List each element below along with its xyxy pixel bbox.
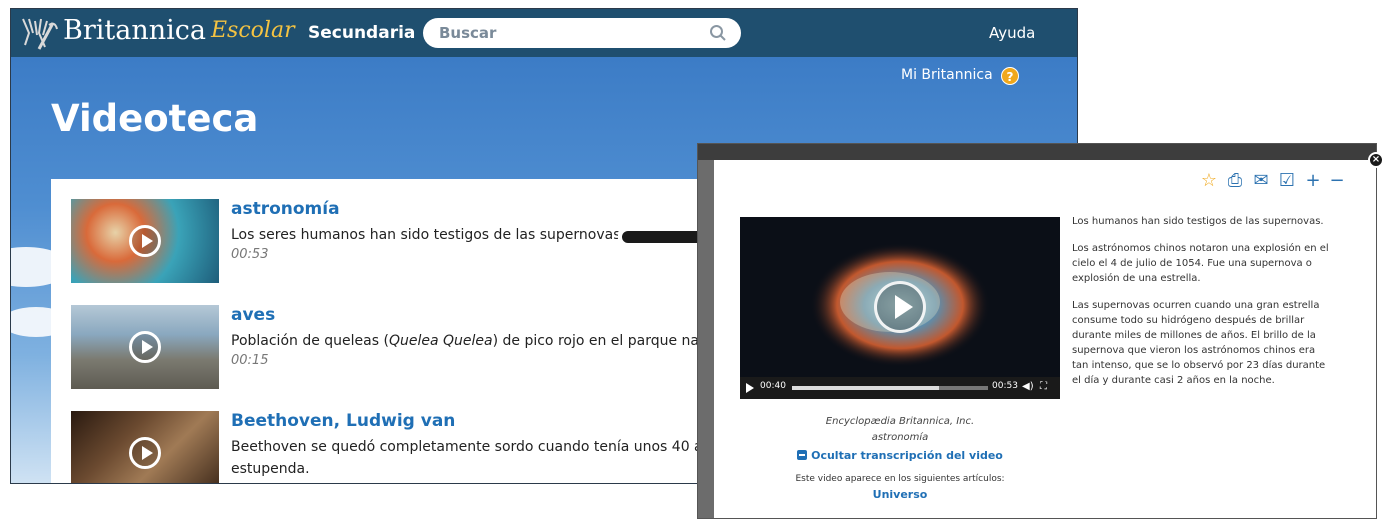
print-icon[interactable]: ⎙ [1224, 170, 1246, 192]
hide-transcript-link[interactable]: Ocultar transcripción del video [740, 449, 1060, 462]
search-input[interactable]: Buscar [439, 24, 496, 42]
video-popup-window: ☆ ⎙ ✉ ☑ + − 00:40 00:53 ◀) ⛶ Encyclopædi… [697, 143, 1377, 519]
help-link[interactable]: Ayuda [989, 24, 1035, 42]
search-box[interactable]: Buscar [423, 18, 741, 48]
video-modal: ☆ ⎙ ✉ ☑ + − 00:40 00:53 ◀) ⛶ Encyclopædi… [714, 160, 1376, 518]
video-thumbnail[interactable] [71, 199, 219, 283]
volume-icon[interactable]: ◀) [1022, 381, 1034, 392]
search-icon[interactable] [709, 24, 727, 42]
play-icon[interactable] [746, 383, 754, 393]
header-bar: Britannica Escolar Secundaria Buscar Ayu… [11, 9, 1077, 57]
video-duration: 00:53 [231, 247, 269, 262]
progress-fill [792, 386, 939, 390]
transcript-paragraph: Las supernovas ocurren cuando una gran e… [1072, 300, 1326, 386]
email-icon[interactable]: ✉ [1250, 170, 1272, 192]
video-description-line2: estupenda. [231, 461, 310, 477]
hide-transcript-label[interactable]: Ocultar transcripción del video [811, 449, 1003, 462]
total-time: 00:53 [992, 381, 1018, 391]
video-title-link[interactable]: astronomía [231, 199, 340, 219]
checklist-icon[interactable]: ☑ [1276, 170, 1298, 192]
current-time: 00:40 [760, 381, 786, 391]
minus-icon[interactable]: − [1326, 170, 1348, 192]
video-credit: Encyclopædia Britannica, Inc. astronomía [740, 414, 1060, 446]
credit-publisher: Encyclopædia Britannica, Inc. [825, 416, 975, 427]
species-name: Quelea Quelea [388, 333, 493, 349]
progress-slider[interactable] [792, 386, 988, 390]
thistle-logo-icon[interactable] [19, 15, 59, 51]
video-title-link[interactable]: aves [231, 305, 275, 325]
play-icon[interactable] [129, 331, 161, 363]
credit-topic: astronomía [871, 432, 929, 443]
play-icon[interactable] [129, 437, 161, 469]
video-description: Población de queleas (Quelea Quelea) de … [231, 333, 701, 349]
video-duration: 00:15 [231, 353, 269, 368]
my-britannica-link[interactable]: Mi Britannica [901, 67, 993, 83]
video-player[interactable]: 00:40 00:53 ◀) ⛶ [740, 217, 1060, 399]
close-icon[interactable]: × [1368, 152, 1382, 168]
plus-icon[interactable]: + [1302, 170, 1324, 192]
video-title-link[interactable]: Beethoven, Ludwig van [231, 411, 455, 431]
transcript-paragraph: Los astrónomos chinos notaron una explos… [1072, 243, 1329, 284]
video-thumbnail[interactable] [71, 411, 219, 483]
transcript-paragraph: Los humanos han sido testigos de las sup… [1072, 216, 1324, 227]
modal-toolbar: ☆ ⎙ ✉ ☑ + − [1192, 170, 1362, 200]
fullscreen-icon[interactable]: ⛶ [1040, 381, 1047, 392]
play-icon[interactable] [874, 281, 926, 333]
article-link[interactable]: Universo [740, 488, 1060, 501]
video-transcript: Los humanos han sido testigos de las sup… [1072, 214, 1334, 410]
level-label[interactable]: Secundaria [308, 23, 415, 43]
help-circle-icon[interactable]: ? [1001, 67, 1019, 85]
minus-square-icon[interactable] [797, 450, 808, 460]
player-controls: 00:40 00:53 ◀) ⛶ [740, 377, 1060, 399]
video-thumbnail[interactable] [71, 305, 219, 389]
play-icon[interactable] [129, 225, 161, 257]
appears-in-label: Este video aparece en los siguientes art… [795, 474, 1005, 484]
brand-name[interactable]: Britannica [63, 15, 206, 46]
video-description: Beethoven se quedó completamente sordo c… [231, 439, 701, 455]
popup-background-bar [698, 144, 1376, 160]
screenshot-composite: Britannica Escolar Secundaria Buscar Ayu… [0, 0, 1382, 522]
star-icon[interactable]: ☆ [1198, 170, 1220, 192]
brand-escolar[interactable]: Escolar [211, 18, 295, 43]
page-title: Videoteca [51, 97, 259, 140]
